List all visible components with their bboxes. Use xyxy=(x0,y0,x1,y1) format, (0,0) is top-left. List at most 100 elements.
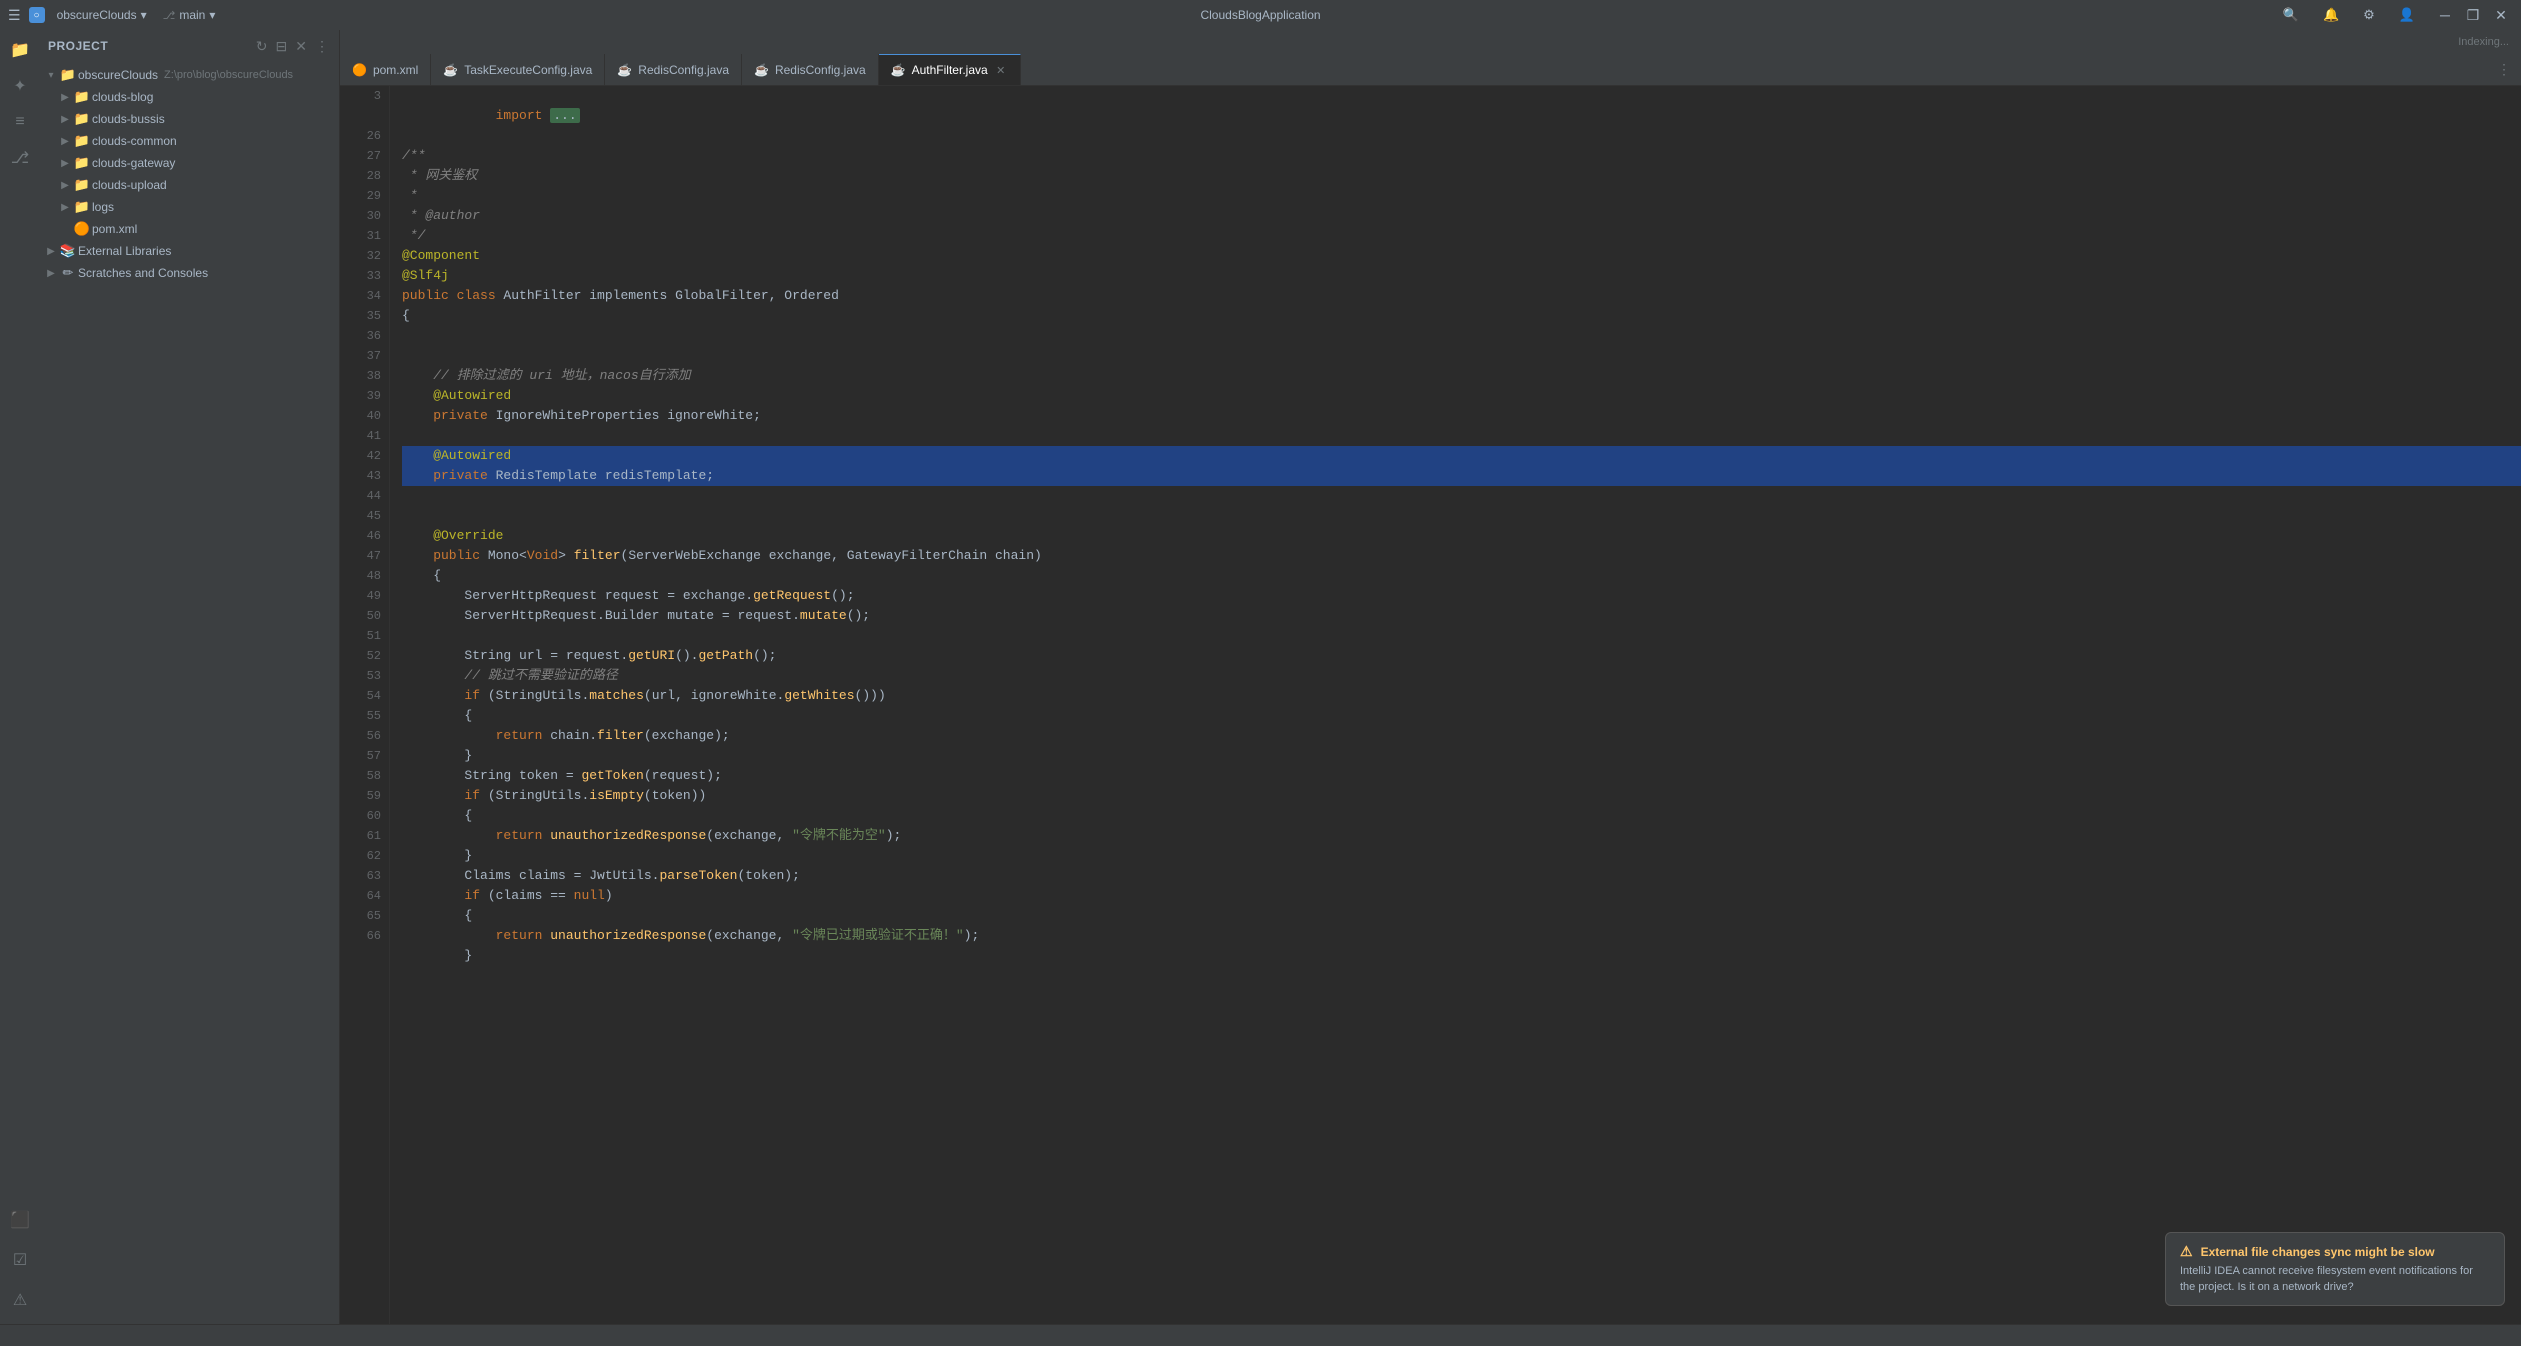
folder-gateway-icon: 📁 xyxy=(74,155,90,171)
notification-btn[interactable]: 🔔 xyxy=(2317,5,2345,25)
chevron-gateway: ▶ xyxy=(58,156,72,170)
code-line-30: * @author xyxy=(402,206,2521,226)
code-line-28: * 网关鉴权 xyxy=(402,166,2521,186)
label-clouds-upload: clouds-upload xyxy=(92,178,167,192)
app-name-btn[interactable]: obscureClouds ▾ xyxy=(53,6,151,24)
redis1-tab-icon: ☕ xyxy=(617,63,632,77)
collapse-all-btn[interactable]: ⊟ xyxy=(274,36,290,57)
root-folder-icon: 📁 xyxy=(60,67,76,83)
title-bar-left: ☰ ○ obscureClouds ▾ ⎇ main ▾ xyxy=(8,6,2269,24)
code-line-67: } xyxy=(402,946,2521,966)
chevron-scratches: ▶ xyxy=(44,266,58,280)
tree-clouds-common[interactable]: ▶ 📁 clouds-common xyxy=(40,130,339,152)
task-tab-icon: ☕ xyxy=(443,63,458,77)
code-line-33: @Slf4j xyxy=(402,266,2521,286)
tab-pom[interactable]: 🟠 pom.xml xyxy=(340,54,431,86)
root-label: obscureClouds xyxy=(78,68,158,82)
tab-auth-filter[interactable]: ☕ AuthFilter.java ✕ xyxy=(879,54,1021,86)
app-logo: ○ xyxy=(29,7,45,23)
code-line-66: return unauthorizedResponse(exchange, "令… xyxy=(402,926,2521,946)
sidebar-header: Project ↻ ⊟ ✕ ⋮ xyxy=(40,30,339,62)
refresh-btn[interactable]: ↻ xyxy=(254,36,270,57)
code-line-38: // 排除过滤的 uri 地址，nacos自行添加 xyxy=(402,366,2521,386)
sidebar-more-btn[interactable]: ⋮ xyxy=(313,36,331,57)
code-line-49: ServerHttpRequest request = exchange.get… xyxy=(402,586,2521,606)
tree-scratches[interactable]: ▶ ✏ Scratches and Consoles xyxy=(40,262,339,284)
tree-clouds-blog[interactable]: ▶ 📁 clouds-blog xyxy=(40,86,339,108)
label-clouds-blog: clouds-blog xyxy=(92,90,153,104)
folder-blog-icon: 📁 xyxy=(74,89,90,105)
tree-external-libs[interactable]: ▶ 📚 External Libraries xyxy=(40,240,339,262)
profile-btn[interactable]: 👤 xyxy=(2393,5,2421,25)
bookmark-rail-icon[interactable]: ✦ xyxy=(4,70,36,102)
label-pom: pom.xml xyxy=(92,222,137,236)
chevron-blog: ▶ xyxy=(58,90,72,104)
code-line-40: private IgnoreWhiteProperties ignoreWhit… xyxy=(402,406,2521,426)
code-lines[interactable]: import ... /** * 网关鉴权 * * @author xyxy=(390,86,2521,1324)
code-line-55: { xyxy=(402,706,2521,726)
tab-redis1-label: RedisConfig.java xyxy=(638,63,729,77)
code-line-34: public class AuthFilter implements Globa… xyxy=(402,286,2521,306)
label-logs: logs xyxy=(92,200,114,214)
ext-libs-icon: 📚 xyxy=(60,243,76,259)
code-line-31: */ xyxy=(402,226,2521,246)
code-line-61: return unauthorizedResponse(exchange, "令… xyxy=(402,826,2521,846)
close-btn[interactable]: ✕ xyxy=(2489,3,2513,27)
editor-content[interactable]: 3 26 27 28 29 30 31 32 33 34 35 36 37 38… xyxy=(340,86,2521,1324)
tab-redis-config-2[interactable]: ☕ RedisConfig.java xyxy=(742,54,879,86)
structure-rail-icon[interactable]: ≡ xyxy=(4,106,36,138)
tab-task-execute[interactable]: ☕ TaskExecuteConfig.java xyxy=(431,54,605,86)
code-line-62: } xyxy=(402,846,2521,866)
chevron-upload: ▶ xyxy=(58,178,72,192)
problems-rail-icon[interactable]: ⚠ xyxy=(4,1284,36,1316)
code-line-50: ServerHttpRequest.Builder mutate = reque… xyxy=(402,606,2521,626)
tab-redis-config-1[interactable]: ☕ RedisConfig.java xyxy=(605,54,742,86)
terminal-rail-icon[interactable]: ⬛ xyxy=(4,1204,36,1236)
folder-upload-icon: 📁 xyxy=(74,177,90,193)
code-area[interactable]: 3 26 27 28 29 30 31 32 33 34 35 36 37 38… xyxy=(340,86,2521,1324)
sidebar-tree: ▾ 📁 obscureClouds Z:\pro\blog\obscureClo… xyxy=(40,62,339,1324)
tree-clouds-bussis[interactable]: ▶ 📁 clouds-bussis xyxy=(40,108,339,130)
code-line-42: @Autowired xyxy=(402,446,2521,466)
app-title: CloudsBlogApplication xyxy=(1200,8,1320,22)
tree-logs[interactable]: ▶ 📁 logs xyxy=(40,196,339,218)
notification-warning-icon: ⚠ xyxy=(2180,1243,2193,1260)
code-line-37 xyxy=(402,346,2521,366)
sidebar-close-btn[interactable]: ✕ xyxy=(293,36,309,57)
code-line-47: public Mono<Void> filter(ServerWebExchan… xyxy=(402,546,2521,566)
root-chevron: ▾ xyxy=(44,68,58,82)
branch-btn[interactable]: ⎇ main ▾ xyxy=(159,6,220,24)
pom-file-icon: 🟠 xyxy=(74,221,90,237)
settings-btn[interactable]: ⚙ xyxy=(2357,5,2381,25)
minimize-btn[interactable]: ─ xyxy=(2433,3,2457,27)
label-clouds-gateway: clouds-gateway xyxy=(92,156,175,170)
scratches-icon: ✏ xyxy=(60,265,76,281)
tree-clouds-gateway[interactable]: ▶ 📁 clouds-gateway xyxy=(40,152,339,174)
folder-bussis-icon: 📁 xyxy=(74,111,90,127)
project-rail-icon[interactable]: 📁 xyxy=(4,34,36,66)
notification-body: IntelliJ IDEA cannot receive filesystem … xyxy=(2180,1264,2490,1295)
tree-pom[interactable]: ▶ 🟠 pom.xml xyxy=(40,218,339,240)
title-bar-right: 🔍 🔔 ⚙ 👤 ─ ❐ ✕ xyxy=(2277,3,2513,27)
chevron-ext-libs: ▶ xyxy=(44,244,58,258)
git-rail-icon[interactable]: ⎇ xyxy=(4,142,36,174)
search-btn[interactable]: 🔍 xyxy=(2277,5,2305,25)
code-line-64: if (claims == null) xyxy=(402,886,2521,906)
hamburger-icon[interactable]: ☰ xyxy=(8,7,21,24)
tree-clouds-upload[interactable]: ▶ 📁 clouds-upload xyxy=(40,174,339,196)
tab-bar: 🟠 pom.xml ☕ TaskExecuteConfig.java ☕ Red… xyxy=(340,54,2521,86)
maximize-btn[interactable]: ❐ xyxy=(2461,3,2485,27)
code-line-65: { xyxy=(402,906,2521,926)
tab-more-btn[interactable]: ⋮ xyxy=(2495,59,2513,80)
icon-rail: 📁 ✦ ≡ ⎇ ⬛ ☑ ⚠ xyxy=(0,30,40,1324)
code-line-53: // 跳过不需要验证的路径 xyxy=(402,666,2521,686)
code-line-39: @Autowired xyxy=(402,386,2521,406)
code-line-57: } xyxy=(402,746,2521,766)
tree-root[interactable]: ▾ 📁 obscureClouds Z:\pro\blog\obscureClo… xyxy=(40,64,339,86)
code-line-41 xyxy=(402,426,2521,446)
label-scratches: Scratches and Consoles xyxy=(78,266,208,280)
auth-tab-close[interactable]: ✕ xyxy=(994,63,1008,77)
code-line-29: * xyxy=(402,186,2521,206)
todo-rail-icon[interactable]: ☑ xyxy=(4,1244,36,1276)
label-clouds-common: clouds-common xyxy=(92,134,177,148)
